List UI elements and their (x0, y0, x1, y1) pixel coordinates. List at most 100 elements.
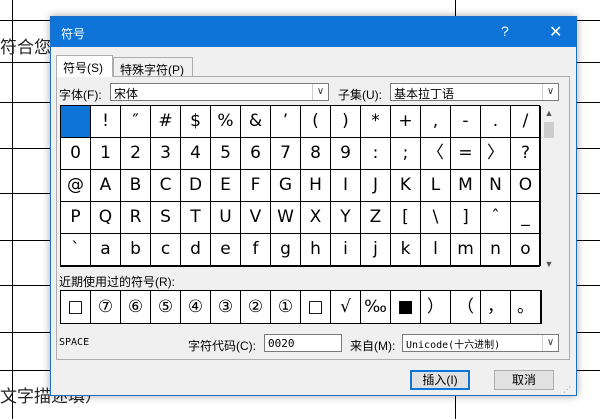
symbol-cell[interactable]: : (361, 138, 391, 170)
subset-select[interactable]: 基本拉丁语 ∨ (390, 83, 559, 101)
chevron-down-icon[interactable]: ∨ (312, 84, 328, 100)
symbol-cell[interactable]: U (211, 202, 241, 234)
symbol-cell[interactable]: f (241, 234, 271, 266)
recent-symbol-cell[interactable]: ② (241, 291, 271, 323)
symbol-cell[interactable]: _ (511, 202, 541, 234)
symbol-grid[interactable]: ! ″ # $% &’() * +, -./ 0 1 2 3 4 5 6 7 8 9:; 〈 = 〉? @ A B C D E F G H… (60, 105, 541, 267)
recent-symbol-cell[interactable]: 。 (511, 291, 541, 323)
symbol-cell[interactable]: # (151, 106, 181, 138)
symbol-cell[interactable]: / (511, 106, 541, 138)
scrollbar-thumb[interactable] (544, 122, 554, 138)
symbol-cell[interactable]: K (391, 170, 421, 202)
symbol-cell[interactable]: 1 (91, 138, 121, 170)
symbol-cell[interactable]: N (481, 170, 511, 202)
recent-symbol-cell[interactable]: ④ (181, 291, 211, 323)
symbol-cell[interactable]: k (391, 234, 421, 266)
recent-symbol-cell[interactable]: ■ (391, 291, 421, 323)
symbol-cell[interactable]: 7 (271, 138, 301, 170)
symbol-cell[interactable]: V (241, 202, 271, 234)
symbol-cell[interactable]: ) (331, 106, 361, 138)
symbol-cell[interactable]: n (481, 234, 511, 266)
symbol-cell[interactable]: h (301, 234, 331, 266)
recent-symbol-cell[interactable]: □ (61, 291, 91, 323)
symbol-cell[interactable]: Q (91, 202, 121, 234)
symbol-cell[interactable]: [ (391, 202, 421, 234)
symbol-cell[interactable]: 0 (61, 138, 91, 170)
symbol-cell[interactable]: , (421, 106, 451, 138)
symbol-cell[interactable]: j (361, 234, 391, 266)
symbol-cell[interactable]: i (331, 234, 361, 266)
symbol-cell[interactable]: e (211, 234, 241, 266)
symbol-cell[interactable]: ! (91, 106, 121, 138)
chevron-down-icon[interactable]: ∨ (542, 335, 558, 351)
symbol-cell[interactable]: Y (331, 202, 361, 234)
recent-symbol-cell[interactable]: ① (271, 291, 301, 323)
symbol-cell[interactable]: ″ (121, 106, 151, 138)
symbol-cell[interactable]: . (481, 106, 511, 138)
symbol-cell[interactable]: ( (301, 106, 331, 138)
symbol-cell[interactable]: C (151, 170, 181, 202)
symbol-cell[interactable]: l (421, 234, 451, 266)
symbol-cell[interactable]: L (421, 170, 451, 202)
symbol-cell[interactable]: - (451, 106, 481, 138)
symbol-cell[interactable]: D (181, 170, 211, 202)
symbol-cell[interactable]: * (361, 106, 391, 138)
from-select[interactable]: Unicode(十六进制) ∨ (402, 334, 559, 352)
symbol-cell[interactable]: X (301, 202, 331, 234)
symbol-cell[interactable]: P (61, 202, 91, 234)
symbol-cell[interactable]: 3 (151, 138, 181, 170)
scroll-up-icon[interactable]: ▲ (541, 106, 557, 120)
symbol-cell[interactable]: ; (391, 138, 421, 170)
symbol-cell[interactable]: J (361, 170, 391, 202)
symbol-cell[interactable]: ˆ (481, 202, 511, 234)
symbol-cell[interactable]: I (331, 170, 361, 202)
recent-symbol-cell[interactable]: ③ (211, 291, 241, 323)
symbol-cell[interactable]: B (121, 170, 151, 202)
tab-special-characters[interactable]: 特殊字符(P) (113, 57, 193, 77)
symbol-cell[interactable]: W (271, 202, 301, 234)
recent-symbol-cell[interactable]: ⑦ (91, 291, 121, 323)
chevron-down-icon[interactable]: ∨ (542, 84, 558, 100)
symbol-cell[interactable]: 8 (301, 138, 331, 170)
recent-symbol-cell[interactable]: ‰ (361, 291, 391, 323)
symbol-cell[interactable]: & (241, 106, 271, 138)
symbol-cell[interactable]: 4 (181, 138, 211, 170)
char-code-input[interactable]: 0020 (264, 334, 342, 352)
font-select[interactable]: 宋体 ∨ (110, 83, 329, 101)
symbol-cell[interactable]: g (271, 234, 301, 266)
symbol-cell[interactable]: ˋ (61, 234, 91, 266)
symbol-cell[interactable]: A (91, 170, 121, 202)
symbol-cell[interactable]: ’ (271, 106, 301, 138)
recent-symbol-cell[interactable]: ） (421, 291, 451, 323)
recent-symbol-cell[interactable]: （ (451, 291, 481, 323)
help-icon[interactable]: ? (501, 23, 509, 39)
symbol-cell[interactable]: \ (421, 202, 451, 234)
symbol-cell[interactable]: d (181, 234, 211, 266)
recent-symbol-cell[interactable]: □ (301, 291, 331, 323)
symbol-cell[interactable]: % (211, 106, 241, 138)
symbol-cell[interactable]: R (121, 202, 151, 234)
symbol-cell[interactable]: M (451, 170, 481, 202)
symbol-grid-scrollbar[interactable]: ▲ ▼ (541, 106, 557, 271)
symbol-cell[interactable]: T (181, 202, 211, 234)
resize-grip-icon[interactable]: ⋰ (563, 386, 573, 394)
symbol-cell[interactable]: a (91, 234, 121, 266)
symbol-cell[interactable]: G (271, 170, 301, 202)
symbol-cell[interactable]: ] (451, 202, 481, 234)
symbol-cell[interactable]: O (511, 170, 541, 202)
tab-symbols[interactable]: 符号(S) (56, 55, 113, 77)
symbol-cell[interactable]: S (151, 202, 181, 234)
title-bar[interactable]: 符号 ? ✕ (51, 17, 576, 47)
symbol-cell[interactable]: H (301, 170, 331, 202)
cancel-button[interactable]: 取消 (494, 370, 554, 390)
symbol-cell[interactable]: m (451, 234, 481, 266)
recent-symbol-cell[interactable]: ， (481, 291, 511, 323)
symbol-cell[interactable]: $ (181, 106, 211, 138)
symbol-cell[interactable]: + (391, 106, 421, 138)
symbol-cell[interactable]: 9 (331, 138, 361, 170)
symbol-cell[interactable]: = (451, 138, 481, 170)
symbol-cell[interactable]: 〈 (421, 138, 451, 170)
recent-symbol-cell[interactable]: ⑤ (151, 291, 181, 323)
symbol-cell[interactable] (61, 106, 91, 138)
close-icon[interactable]: ✕ (549, 22, 562, 42)
